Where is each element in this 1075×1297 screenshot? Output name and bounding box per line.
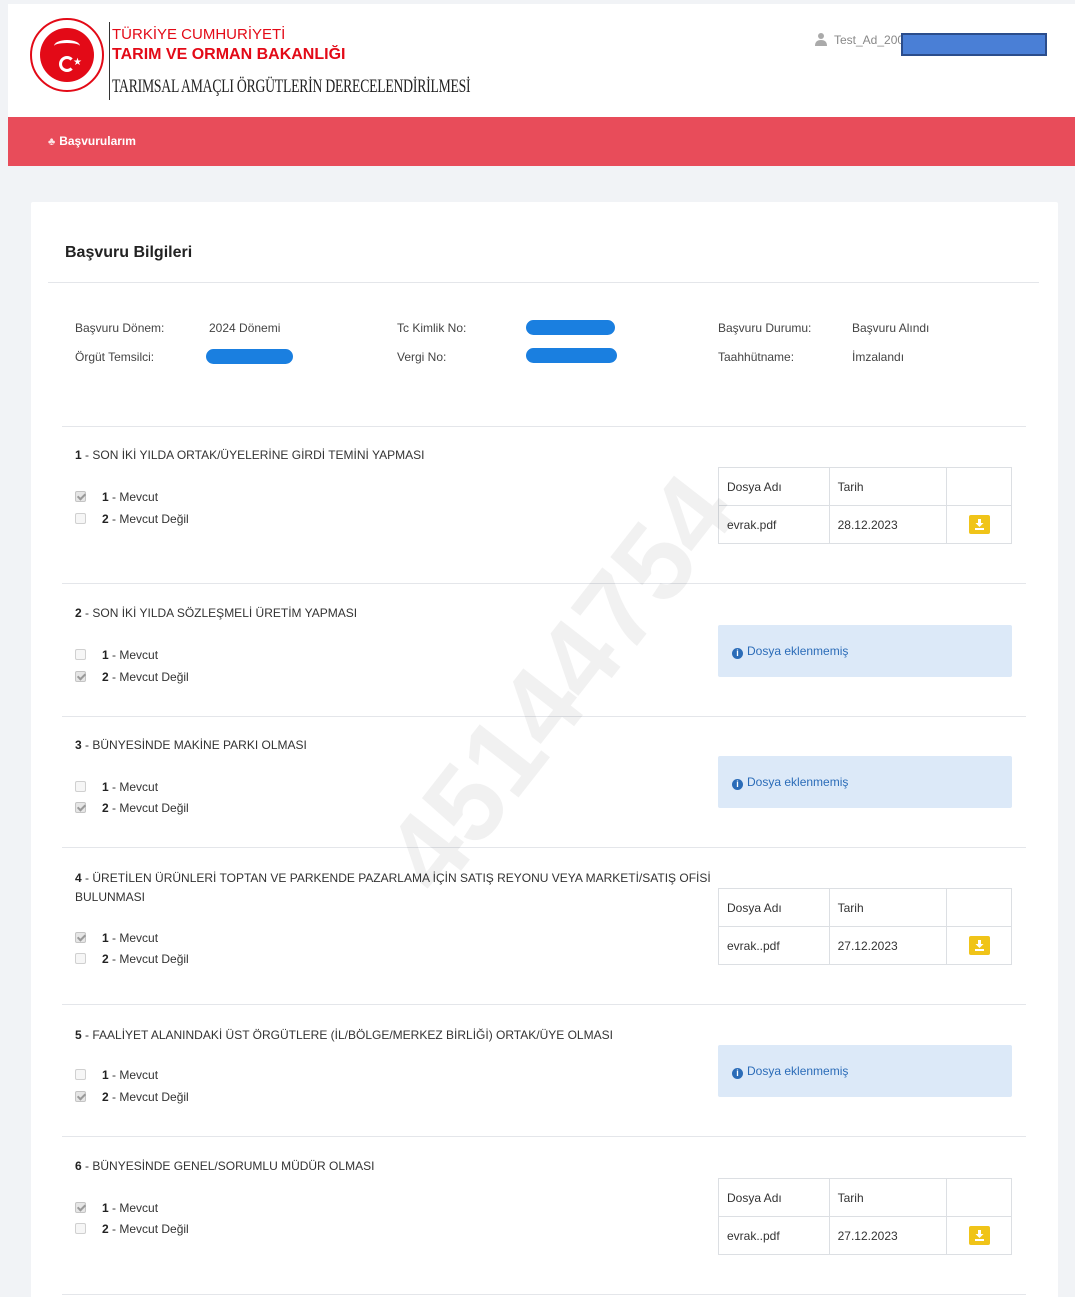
info-icon: i	[732, 1068, 743, 1079]
file-name: evrak..pdf	[718, 926, 830, 965]
criterion-title: 4 - ÜRETİLEN ÜRÜNLERİ TOPTAN VE PARKENDE…	[75, 871, 711, 904]
criterion-title: 3 - BÜNYESİNDE MAKİNE PARKI OLMASI	[75, 738, 307, 752]
download-icon	[974, 519, 984, 530]
option-mevcut[interactable]: 1 - Mevcut	[75, 648, 158, 662]
criterion-title: 6 - BÜNYESİNDE GENEL/SORUMLU MÜDÜR OLMAS…	[75, 1159, 375, 1173]
table-row: evrak..pdf 27.12.2023	[718, 926, 1012, 965]
checkbox-checked[interactable]	[75, 491, 86, 502]
divider	[62, 1136, 1026, 1137]
table-header-row: Dosya Adı Tarih	[718, 888, 1012, 927]
file-date: 28.12.2023	[828, 505, 948, 544]
donem-value: 2024 Dönemi	[209, 321, 281, 335]
option-mevcut-degil[interactable]: 2 - Mevcut Değil	[75, 1222, 189, 1236]
checkbox[interactable]	[75, 1069, 86, 1080]
option-mevcut[interactable]: 1 - Mevcut	[75, 931, 158, 945]
no-file-alert: i Dosya eklenmemiş	[718, 756, 1012, 808]
info-icon: i	[732, 779, 743, 790]
no-file-alert: i Dosya eklenmemiş	[718, 1045, 1012, 1097]
criterion-title: 1 - SON İKİ YILDA ORTAK/ÜYELERİNE GİRDİ …	[75, 448, 425, 462]
divider	[48, 282, 1039, 283]
logo-divider	[109, 22, 110, 100]
option-mevcut-degil[interactable]: 2 - Mevcut Değil	[75, 670, 189, 684]
vergi-label: Vergi No:	[397, 350, 447, 364]
redacted-vergi	[526, 348, 617, 363]
option-mevcut[interactable]: 1 - Mevcut	[75, 780, 158, 794]
download-icon	[974, 1230, 984, 1241]
col-date: Tarih	[828, 467, 948, 506]
checkbox-checked[interactable]	[75, 802, 86, 813]
table-header-row: Dosya Adı Tarih	[718, 1178, 1012, 1217]
col-file-name: Dosya Adı	[718, 1178, 830, 1217]
option-mevcut[interactable]: 1 - Mevcut	[75, 1201, 158, 1215]
nav-item-label: Başvurularım	[59, 134, 136, 148]
tc-label: Tc Kimlik No:	[397, 321, 467, 335]
taahhut-value: İmzalandı	[852, 350, 905, 364]
ministry-line1: TÜRKİYE CUMHURİYETİ	[112, 26, 286, 43]
criterion-title: 5 - FAALİYET ALANINDAKİ ÜST ÖRGÜTLERE (İ…	[75, 1028, 613, 1042]
user-name: Test_Ad_2008	[834, 33, 911, 47]
checkbox-checked[interactable]	[75, 671, 86, 682]
download-button[interactable]	[968, 515, 990, 534]
checkbox-checked[interactable]	[75, 932, 86, 943]
durum-value: Başvuru Alındı	[852, 321, 930, 335]
checkbox[interactable]	[75, 513, 86, 524]
divider	[62, 426, 1026, 427]
download-button[interactable]	[968, 1226, 990, 1245]
col-date: Tarih	[828, 888, 948, 927]
checkbox[interactable]	[75, 953, 86, 964]
table-row: evrak.pdf 28.12.2023	[718, 505, 1012, 544]
redacted-user-field	[901, 33, 1047, 56]
checkbox[interactable]	[75, 781, 86, 792]
nav-item-basvurularim[interactable]: ♣ Başvurularım	[48, 134, 136, 148]
download-button[interactable]	[968, 936, 990, 955]
col-date: Tarih	[828, 1178, 948, 1217]
file-name: evrak.pdf	[718, 505, 830, 544]
divider	[62, 1004, 1026, 1005]
app-header: ★ TÜRKİYE CUMHURİYETİ TARIM VE ORMAN BAK…	[8, 4, 1075, 117]
option-mevcut-degil[interactable]: 2 - Mevcut Değil	[75, 1090, 189, 1104]
criterion-title: 2 - SON İKİ YILDA SÖZLEŞMELİ ÜRETİM YAPM…	[75, 606, 358, 620]
divider	[62, 847, 1026, 848]
ministry-logo: ★	[30, 18, 104, 92]
taahhut-label: Taahhütname:	[718, 350, 795, 364]
file-table: Dosya Adı Tarih evrak.pdf 28.12.2023	[718, 467, 1012, 544]
file-name: evrak..pdf	[718, 1216, 830, 1255]
col-file-name: Dosya Adı	[718, 888, 830, 927]
col-file-name: Dosya Adı	[718, 467, 830, 506]
file-date: 27.12.2023	[828, 1216, 948, 1255]
app-title: TARIMSAL AMAÇLI ÖRGÜTLERİN DERECELENDİRİ…	[112, 76, 471, 97]
main-navbar: ♣ Başvurularım	[8, 117, 1075, 166]
file-table: Dosya Adı Tarih evrak..pdf 27.12.2023	[718, 1178, 1012, 1255]
divider	[62, 583, 1026, 584]
file-date: 27.12.2023	[828, 926, 948, 965]
option-mevcut[interactable]: 1 - Mevcut	[75, 490, 158, 504]
application-card: Başvuru Bilgileri Başvuru Dönem: 2024 Dö…	[31, 202, 1058, 1297]
no-file-alert: i Dosya eklenmemiş	[718, 625, 1012, 677]
option-mevcut-degil[interactable]: 2 - Mevcut Değil	[75, 801, 189, 815]
file-table: Dosya Adı Tarih evrak..pdf 27.12.2023	[718, 888, 1012, 965]
redacted-temsilci	[206, 349, 293, 364]
ministry-line2: TARIM VE ORMAN BAKANLIĞI	[112, 46, 346, 63]
durum-label: Başvuru Durumu:	[718, 321, 812, 335]
divider	[62, 1294, 1026, 1295]
checkbox[interactable]	[75, 1223, 86, 1234]
table-row: evrak..pdf 27.12.2023	[718, 1216, 1012, 1255]
download-icon	[974, 940, 984, 951]
table-header-row: Dosya Adı Tarih	[718, 467, 1012, 506]
redacted-tc	[526, 320, 615, 335]
donem-label: Başvuru Dönem:	[75, 321, 165, 335]
temsilci-label: Örgüt Temsilci:	[75, 350, 155, 364]
option-mevcut[interactable]: 1 - Mevcut	[75, 1068, 158, 1082]
user-menu[interactable]: Test_Ad_2008	[814, 32, 911, 47]
home-icon: ♣	[48, 136, 56, 148]
page-title: Başvuru Bilgileri	[65, 244, 193, 261]
option-mevcut-degil[interactable]: 2 - Mevcut Değil	[75, 512, 189, 526]
divider	[62, 716, 1026, 717]
option-mevcut-degil[interactable]: 2 - Mevcut Değil	[75, 952, 189, 966]
user-icon	[815, 33, 827, 46]
checkbox[interactable]	[75, 649, 86, 660]
info-icon: i	[732, 648, 743, 659]
checkbox-checked[interactable]	[75, 1091, 86, 1102]
checkbox-checked[interactable]	[75, 1202, 86, 1213]
